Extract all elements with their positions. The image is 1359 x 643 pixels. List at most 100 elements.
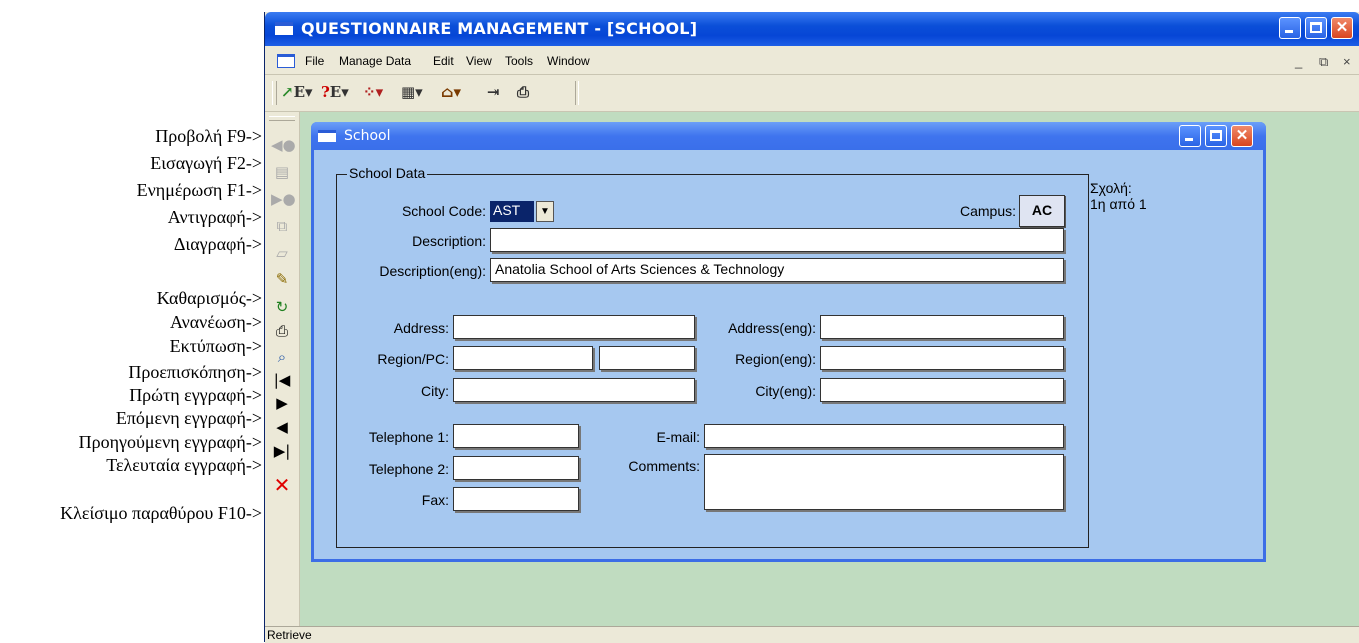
tb-edit-tool-button[interactable]: ↗E▾	[281, 83, 313, 101]
school-child-window: School ✕ School Data School Code: AST ▼ …	[311, 122, 1266, 562]
child-minimize-button[interactable]	[1179, 125, 1201, 147]
record-toolbar: ◀● ▤ ▶● ⧉ ▱ ✎ ↻ ⎙ ⌕ |◀ ▶ ◀ ▶| ✕	[265, 112, 300, 626]
city-field[interactable]	[453, 378, 695, 402]
tb-print-tool-button[interactable]: ⎙	[517, 83, 529, 101]
telephone2-field[interactable]	[453, 456, 579, 480]
email-label: E-mail:	[656, 429, 700, 445]
city-eng-label: City(eng):	[755, 383, 816, 399]
group-title: School Data	[347, 165, 428, 181]
toolbar-grip[interactable]	[272, 81, 277, 105]
update-record-icon[interactable]: ▶●	[271, 190, 296, 208]
telephone1-field[interactable]	[453, 424, 579, 448]
annotation-copy: Αντιγραφή->	[167, 207, 262, 227]
copy-record-icon[interactable]: ⧉	[271, 217, 293, 235]
annotation-clear: Καθαρισμός->	[156, 288, 262, 308]
child-titlebar[interactable]: School ✕	[311, 122, 1266, 150]
annotation-view: Προβολή F9->	[155, 126, 262, 146]
address-field[interactable]	[453, 315, 695, 339]
fax-field[interactable]	[453, 487, 579, 511]
annotation-update: Ενημέρωση F1->	[136, 180, 262, 200]
delete-record-icon[interactable]: ▱	[271, 244, 293, 262]
last-record-icon[interactable]: ▶|	[271, 442, 293, 460]
annotation-close-window: Κλείσιμο παραθύρου F10->	[60, 503, 262, 523]
mdi-restore-button[interactable]: ⧉	[1319, 54, 1328, 70]
main-window: QUESTIONNAIRE MANAGEMENT - [SCHOOL] ✕ Fi…	[264, 12, 1359, 643]
annotation-delete: Διαγραφή->	[173, 234, 262, 254]
main-toolbar: ↗E▾ ?E▾ ⁘▾ ▦▾ ⌂▾ ⇥ ⎙	[265, 75, 1359, 112]
menu-tools[interactable]: Tools	[505, 54, 533, 68]
annotation-previous-record: Προηγούμενη εγγραφή->	[78, 432, 262, 452]
main-window-title: QUESTIONNAIRE MANAGEMENT - [SCHOOL]	[301, 19, 698, 38]
record-position-label: 1η από 1	[1090, 196, 1147, 212]
postal-code-field[interactable]	[599, 346, 695, 370]
region-pc-label: Region/PC:	[377, 351, 449, 367]
tb-query-tool-button[interactable]: ?E▾	[321, 83, 349, 101]
campus-field[interactable]: AC	[1019, 195, 1065, 227]
print-preview-icon[interactable]: ⌕	[271, 348, 293, 366]
address-eng-label: Address(eng):	[728, 320, 816, 336]
tb-table-tool-button[interactable]: ▦▾	[401, 83, 423, 101]
maximize-icon	[1210, 130, 1222, 141]
refresh-icon[interactable]: ↻	[271, 298, 293, 316]
view-record-icon[interactable]: ◀●	[271, 136, 296, 154]
main-titlebar[interactable]: QUESTIONNAIRE MANAGEMENT - [SCHOOL] ✕	[265, 12, 1359, 46]
menu-view[interactable]: View	[466, 54, 492, 68]
close-icon: ✕	[1235, 127, 1249, 144]
chevron-down-icon[interactable]: ▼	[536, 201, 554, 222]
mdi-child-icon[interactable]	[277, 54, 295, 68]
city-eng-field[interactable]	[820, 378, 1064, 402]
menu-file[interactable]: File	[305, 54, 324, 68]
menu-edit[interactable]: Edit	[433, 54, 454, 68]
annotation-last-record: Τελευταία εγγραφή->	[106, 455, 262, 475]
close-button[interactable]: ✕	[1331, 17, 1353, 39]
status-text: Retrieve	[267, 628, 312, 642]
child-window-title: School	[344, 128, 391, 144]
minimize-icon	[1185, 138, 1193, 141]
next-record-icon[interactable]: ▶	[271, 394, 293, 412]
address-label: Address:	[393, 320, 449, 336]
description-label: Description:	[412, 233, 486, 249]
comments-field[interactable]	[704, 454, 1064, 510]
close-icon: ✕	[1335, 19, 1349, 36]
minimize-icon	[1285, 30, 1293, 33]
annotation-first-record: Πρώτη εγγραφή->	[129, 385, 262, 405]
previous-record-icon[interactable]: ◀	[271, 418, 293, 436]
region-field[interactable]	[453, 346, 593, 370]
maximize-button[interactable]	[1305, 17, 1327, 39]
toolbar-separator	[575, 81, 579, 105]
email-field[interactable]	[704, 424, 1064, 448]
school-code-label: School Code:	[401, 203, 486, 219]
print-icon[interactable]: ⎙	[271, 322, 293, 340]
annotation-print: Εκτύπωση->	[169, 336, 262, 356]
annotation-insert: Εισαγωγή F2->	[150, 153, 262, 173]
description-eng-label: Description(eng):	[379, 263, 486, 279]
address-eng-field[interactable]	[820, 315, 1064, 339]
minimize-button[interactable]	[1279, 17, 1301, 39]
menu-manage-data[interactable]: Manage Data	[339, 54, 411, 68]
app-window-icon	[275, 22, 293, 35]
region-eng-field[interactable]	[820, 346, 1064, 370]
mdi-minimize-button[interactable]: _	[1295, 54, 1302, 69]
record-entity-label: Σχολή:	[1090, 180, 1132, 196]
annotation-preview: Προεπισκόπηση->	[128, 362, 262, 382]
child-maximize-button[interactable]	[1205, 125, 1227, 147]
annotation-refresh: Ανανέωση->	[169, 312, 262, 332]
mdi-close-button[interactable]: ×	[1343, 54, 1351, 69]
tb-group-tool-button[interactable]: ⁘▾	[363, 83, 383, 101]
tb-building-tool-button[interactable]: ⌂▾	[441, 83, 461, 101]
vertical-toolbar-grip[interactable]	[269, 116, 295, 121]
menu-window[interactable]: Window	[547, 54, 590, 68]
child-close-button[interactable]: ✕	[1231, 125, 1253, 147]
maximize-icon	[1310, 22, 1322, 33]
first-record-icon[interactable]: |◀	[271, 371, 293, 389]
description-eng-field[interactable]: Anatolia School of Arts Sciences & Techn…	[490, 258, 1064, 282]
tb-exit-tool-button[interactable]: ⇥	[487, 83, 500, 101]
telephone2-label: Telephone 2:	[368, 461, 449, 477]
comments-label: Comments:	[628, 458, 700, 474]
insert-record-icon[interactable]: ▤	[271, 163, 293, 181]
description-field[interactable]	[490, 228, 1064, 252]
clear-form-icon[interactable]: ✎	[271, 270, 293, 288]
close-window-icon[interactable]: ✕	[271, 475, 293, 495]
school-code-select[interactable]: AST	[490, 201, 534, 222]
status-bar: Retrieve	[265, 626, 1359, 643]
